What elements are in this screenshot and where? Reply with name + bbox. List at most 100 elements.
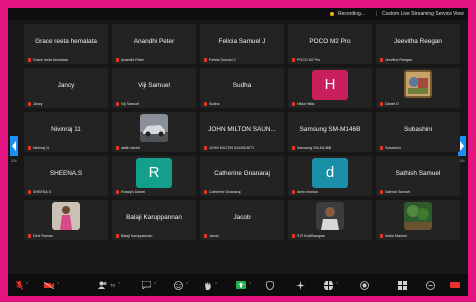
participant-name: Balaji Karuppannan <box>126 214 182 221</box>
man-photo <box>316 202 344 230</box>
participant-label-text: Sathish Samuel <box>385 190 411 194</box>
recording-status[interactable]: Recording... <box>338 11 365 17</box>
participant-label-text: JOHN MILTON SAUNDATTI <box>209 146 255 150</box>
participant-tile[interactable]: Anandhi Peter Anandhi Peter <box>112 24 196 64</box>
participant-label-text: SHEENA.S <box>33 190 52 194</box>
participant-tile[interactable]: Samsung SM-M146B Samsung SM-M146B <box>288 112 372 152</box>
participant-tile[interactable]: SHEENA.S SHEENA.S <box>24 156 108 196</box>
participant-tile[interactable]: Grace reeta hemalata Grace reeta hemalat… <box>24 24 108 64</box>
chevron-up-icon[interactable]: ⌃ <box>335 282 339 288</box>
chevron-up-icon[interactable]: ⌃ <box>153 282 157 288</box>
chevron-up-icon[interactable]: ⌃ <box>185 282 189 288</box>
ai-companion-button[interactable] <box>296 277 305 293</box>
previous-page-button[interactable]: 2/4 <box>10 136 18 168</box>
mute-button[interactable]: ⌃ <box>16 277 29 293</box>
participants-button[interactable]: 70 ⌃ <box>98 277 121 293</box>
share-screen-button[interactable]: ⌃ <box>236 277 252 293</box>
participant-tile[interactable]: Jacob Jacob <box>200 200 284 240</box>
participant-tile[interactable]: dallin daniel <box>112 112 196 152</box>
mic-muted-icon <box>116 190 119 194</box>
participant-label-text: Indira Manuel <box>385 234 407 238</box>
participant-tile[interactable]: Balaji Karuppannan Balaji Karuppannan <box>112 200 196 240</box>
participant-tile[interactable]: Devi Raman <box>24 200 108 240</box>
participant-name: Anandhi Peter <box>133 38 175 45</box>
mic-muted-icon <box>204 190 207 194</box>
mic-off-icon <box>16 280 23 290</box>
participant-label: Subashini <box>380 146 401 150</box>
hand-icon <box>205 281 211 290</box>
participant-tile[interactable]: Felicia Samuel J Felicia Samuel J <box>200 24 284 64</box>
participant-name: Samsung SM-M146B <box>299 126 361 133</box>
participant-name: Sathish Samuel <box>395 170 441 177</box>
participant-tile[interactable]: Jancy Jancy <box>24 68 108 108</box>
participant-tile[interactable]: Nivinraj 11 Nivinraj 11 <box>24 112 108 152</box>
participant-label-text: Rosslyn Daniel <box>121 190 145 194</box>
minimize-button[interactable] <box>426 277 435 293</box>
leave-icon <box>450 282 460 288</box>
participant-label: Sudha <box>204 102 219 106</box>
painting-photo <box>404 70 432 98</box>
participant-tile[interactable]: Jeevitha Reegan Jeevitha Reegan <box>376 24 460 64</box>
participant-label-text: Felicia Samuel J <box>209 58 236 62</box>
participant-name: Subashini <box>403 126 433 133</box>
raise-hand-button[interactable]: ⌃ <box>204 277 218 293</box>
participant-tile[interactable]: Subashini Subashini <box>376 112 460 152</box>
participant-tile[interactable]: Sudha Sudha <box>200 68 284 108</box>
chevron-up-icon[interactable]: ⌃ <box>117 282 121 288</box>
participant-label-text: dallin daniel <box>121 146 140 150</box>
mic-muted-icon <box>28 234 31 238</box>
participant-name: Viji Samuel <box>138 82 170 89</box>
more-button[interactable] <box>398 277 407 293</box>
participant-label: Viji Samuel <box>116 102 139 106</box>
participant-label-text: Sudha <box>209 102 220 106</box>
participant-tile[interactable]: Indira Manuel <box>376 200 460 240</box>
apps-button[interactable]: ⌃ <box>324 277 339 293</box>
leave-button[interactable] <box>450 277 460 293</box>
status-separator: | <box>376 11 378 17</box>
video-off-icon <box>44 281 54 289</box>
participant-label-text: Balaji Karuppannan <box>121 234 153 238</box>
participant-tile[interactable]: d dorin monica <box>288 156 372 196</box>
shield-icon <box>266 280 274 290</box>
participant-tile[interactable]: S R Kolitthangam <box>288 200 372 240</box>
record-button[interactable] <box>360 277 369 293</box>
participant-tile[interactable]: H Hilda Hilda <box>288 68 372 108</box>
live-stream-status[interactable]: Custom Live Streaming Service <box>382 11 452 17</box>
smile-icon <box>174 280 183 290</box>
participant-label-text: Grace reeta hemalata <box>33 58 68 62</box>
participant-label: JOHN MILTON SAUNDATTI <box>204 146 254 150</box>
participant-label: Jeevitha Reegan <box>380 58 412 62</box>
participant-label-text: Anandhi Peter <box>121 58 144 62</box>
participant-tile[interactable]: Sathish Samuel Sathish Samuel <box>376 156 460 196</box>
participant-tile[interactable]: POCO M2 Pro POCO M2 Pro <box>288 24 372 64</box>
child-photo <box>52 202 80 230</box>
mic-muted-icon <box>292 58 295 62</box>
participant-label: Felicia Samuel J <box>204 58 235 62</box>
video-button[interactable]: ⌃ <box>44 277 60 293</box>
reactions-button[interactable]: ⌃ <box>174 277 189 293</box>
participant-tile[interactable]: Catherine Gnanaraj Catherine Gnanaraj <box>200 156 284 196</box>
mic-muted-icon <box>28 58 31 62</box>
chevron-up-icon[interactable]: ⌃ <box>214 282 218 288</box>
mic-muted-icon <box>380 234 383 238</box>
participant-name: JOHN MILTON SAUN... <box>208 126 276 133</box>
nature-photo <box>404 202 432 230</box>
chat-button[interactable]: ⌃ <box>142 277 157 293</box>
participant-label-text: Hilda Hilda <box>297 102 315 106</box>
security-button[interactable] <box>266 277 274 293</box>
participant-name: Nivinraj 11 <box>51 126 81 133</box>
chevron-up-icon[interactable]: ⌃ <box>248 282 252 288</box>
participant-name: SHEENA.S <box>49 170 83 177</box>
mic-muted-icon <box>204 234 207 238</box>
recording-indicator-icon <box>330 12 334 16</box>
top-status-bar: Recording... | Custom Live Streaming Ser… <box>8 8 468 20</box>
view-button[interactable]: View <box>453 11 464 17</box>
meeting-window: Recording... | Custom Live Streaming Ser… <box>8 8 468 296</box>
participant-tile[interactable]: JOHN MILTON SAUN... JOHN MILTON SAUNDATT… <box>200 112 284 152</box>
participant-tile[interactable]: Daniel D <box>376 68 460 108</box>
participant-tile[interactable]: Viji Samuel Viji Samuel <box>112 68 196 108</box>
participant-tile[interactable]: R Rosslyn Daniel <box>112 156 196 196</box>
chevron-up-icon[interactable]: ⌃ <box>56 282 60 288</box>
participant-label: Rosslyn Daniel <box>116 190 145 194</box>
chevron-up-icon[interactable]: ⌃ <box>25 282 29 288</box>
